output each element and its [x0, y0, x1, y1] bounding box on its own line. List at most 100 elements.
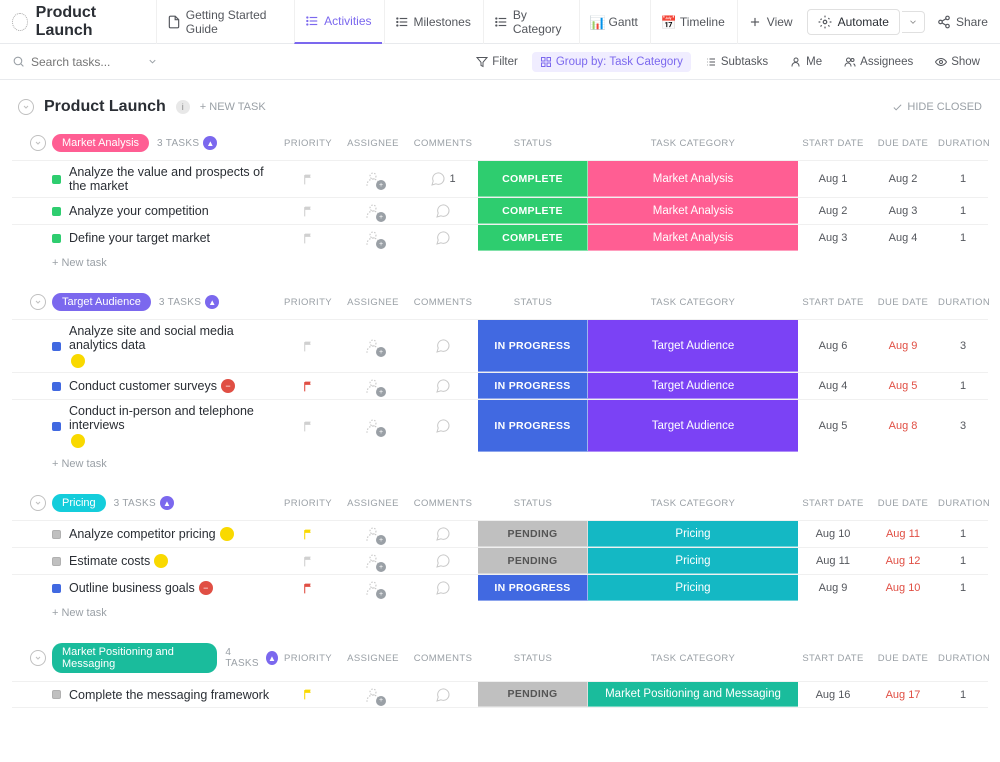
new-task-row[interactable]: + New task [12, 251, 988, 275]
col-start-date[interactable]: START DATE [798, 138, 868, 149]
sort-icon[interactable]: ▲ [205, 295, 219, 309]
task-row[interactable]: Complete the messaging framework+PENDING… [12, 681, 988, 708]
col-duration[interactable]: DURATION [938, 297, 988, 308]
col-assignee[interactable]: ASSIGNEE [338, 138, 408, 149]
col-start-date[interactable]: START DATE [798, 498, 868, 509]
task-row[interactable]: Estimate costs+PENDINGPricingAug 11Aug 1… [12, 547, 988, 574]
view-tab-timeline[interactable]: 📅Timeline [650, 0, 735, 44]
sort-icon[interactable]: ▲ [266, 651, 278, 665]
assignee-cell[interactable]: + [338, 225, 408, 251]
assignee-cell[interactable]: + [338, 575, 408, 601]
comments-cell[interactable] [408, 575, 478, 601]
me-chip[interactable]: Me [782, 52, 830, 72]
comments-cell[interactable] [408, 198, 478, 224]
group-pill[interactable]: Market Analysis [52, 134, 149, 152]
due-date-cell[interactable]: Aug 10 [868, 575, 938, 601]
duration-cell[interactable]: 1 [938, 682, 988, 707]
col-priority[interactable]: PRIORITY [278, 653, 338, 664]
status-cell[interactable]: COMPLETE [478, 161, 588, 197]
duration-cell[interactable]: 3 [938, 400, 988, 452]
due-date-cell[interactable]: Aug 9 [868, 320, 938, 372]
status-square[interactable] [52, 175, 61, 184]
category-cell[interactable]: Market Analysis [588, 225, 798, 251]
task-row[interactable]: Analyze competitor pricing+PENDINGPricin… [12, 520, 988, 547]
category-cell[interactable]: Market Analysis [588, 198, 798, 224]
due-date-cell[interactable]: Aug 4 [868, 225, 938, 251]
info-icon[interactable]: i [176, 100, 190, 114]
start-date-cell[interactable]: Aug 2 [798, 198, 868, 224]
automate-dropdown[interactable] [902, 11, 925, 33]
category-cell[interactable]: Market Positioning and Messaging [588, 682, 798, 707]
collapse-icon[interactable] [30, 135, 46, 151]
status-square[interactable] [52, 530, 61, 539]
col-start-date[interactable]: START DATE [798, 297, 868, 308]
col-assignee[interactable]: ASSIGNEE [338, 653, 408, 664]
status-cell[interactable]: PENDING [478, 682, 588, 707]
new-task-row[interactable]: + New task [12, 452, 988, 476]
assignees-chip[interactable]: Assignees [836, 52, 921, 72]
col-due-date[interactable]: DUE DATE [868, 653, 938, 664]
start-date-cell[interactable]: Aug 9 [798, 575, 868, 601]
col-task-category[interactable]: TASK CATEGORY [588, 138, 798, 149]
col-priority[interactable]: PRIORITY [278, 138, 338, 149]
status-square[interactable] [52, 557, 61, 566]
view-tab-activities[interactable]: Activities [294, 0, 381, 44]
status-cell[interactable]: IN PROGRESS [478, 373, 588, 399]
collapse-icon[interactable] [30, 294, 46, 310]
assignee-cell[interactable]: + [338, 682, 408, 707]
start-date-cell[interactable]: Aug 16 [798, 682, 868, 707]
col-task-category[interactable]: TASK CATEGORY [588, 653, 798, 664]
category-cell[interactable]: Market Analysis [588, 161, 798, 197]
group-by-chip[interactable]: Group by: Task Category [532, 52, 691, 72]
due-date-cell[interactable]: Aug 12 [868, 548, 938, 574]
task-row[interactable]: Outline business goals−+IN PROGRESSPrici… [12, 574, 988, 601]
task-row[interactable]: Conduct in-person and telephone intervie… [12, 399, 988, 452]
col-start-date[interactable]: START DATE [798, 653, 868, 664]
status-cell[interactable]: COMPLETE [478, 198, 588, 224]
col-task-category[interactable]: TASK CATEGORY [588, 297, 798, 308]
due-date-cell[interactable]: Aug 11 [868, 521, 938, 547]
sort-icon[interactable]: ▲ [203, 136, 217, 150]
assignee-cell[interactable]: + [338, 521, 408, 547]
view-tab-gantt[interactable]: 📊Gantt [579, 0, 648, 44]
collapse-icon[interactable] [30, 650, 46, 666]
sort-icon[interactable]: ▲ [160, 496, 174, 510]
category-cell[interactable]: Pricing [588, 548, 798, 574]
group-pill[interactable]: Target Audience [52, 293, 151, 311]
comments-cell[interactable] [408, 225, 478, 251]
comments-cell[interactable] [408, 320, 478, 372]
view-tab-milestones[interactable]: Milestones [384, 0, 481, 44]
status-square[interactable] [52, 207, 61, 216]
priority-cell[interactable] [278, 373, 338, 399]
start-date-cell[interactable]: Aug 10 [798, 521, 868, 547]
search-input[interactable] [31, 55, 141, 69]
priority-cell[interactable] [278, 320, 338, 372]
new-task-row[interactable]: + New task [12, 601, 988, 625]
group-pill[interactable]: Market Positioning and Messaging [52, 643, 217, 673]
status-cell[interactable]: IN PROGRESS [478, 400, 588, 452]
duration-cell[interactable]: 1 [938, 225, 988, 251]
view-tab-by-category[interactable]: By Category [483, 0, 577, 44]
status-square[interactable] [52, 342, 61, 351]
priority-cell[interactable] [278, 198, 338, 224]
col-due-date[interactable]: DUE DATE [868, 498, 938, 509]
comments-cell[interactable] [408, 400, 478, 452]
status-cell[interactable]: COMPLETE [478, 225, 588, 251]
col-status[interactable]: STATUS [478, 653, 588, 664]
col-task-category[interactable]: TASK CATEGORY [588, 498, 798, 509]
priority-cell[interactable] [278, 161, 338, 197]
col-status[interactable]: STATUS [478, 498, 588, 509]
comments-cell[interactable] [408, 682, 478, 707]
assignee-cell[interactable]: + [338, 373, 408, 399]
duration-cell[interactable]: 1 [938, 198, 988, 224]
priority-cell[interactable] [278, 400, 338, 452]
duration-cell[interactable]: 3 [938, 320, 988, 372]
subtasks-chip[interactable]: Subtasks [697, 52, 776, 72]
automate-button[interactable]: Automate [807, 9, 900, 35]
col-duration[interactable]: DURATION [938, 653, 988, 664]
col-priority[interactable]: PRIORITY [278, 498, 338, 509]
task-row[interactable]: Analyze site and social media analytics … [12, 319, 988, 372]
start-date-cell[interactable]: Aug 11 [798, 548, 868, 574]
show-chip[interactable]: Show [927, 52, 988, 72]
assignee-cell[interactable]: + [338, 198, 408, 224]
